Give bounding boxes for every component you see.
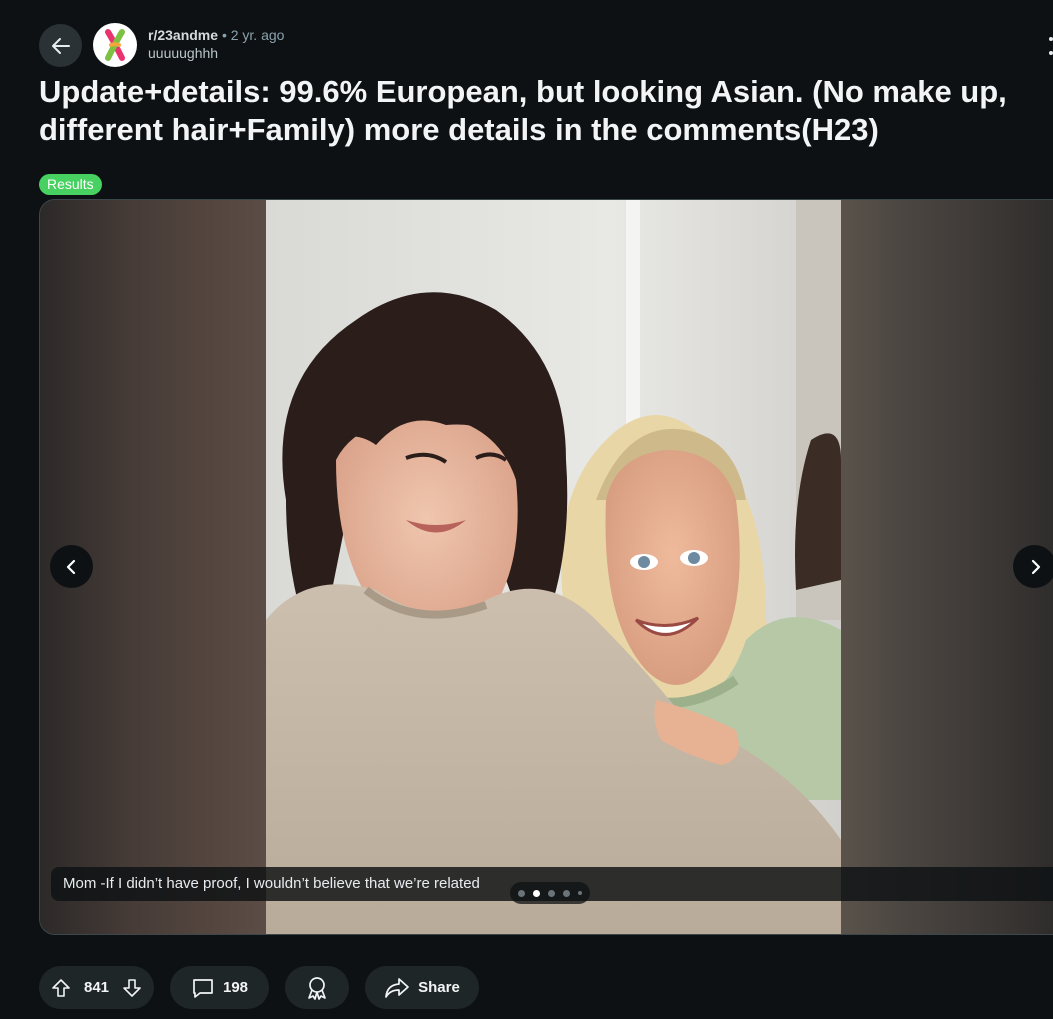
more-options-button[interactable] [1043, 37, 1053, 55]
gallery-dot-active[interactable] [533, 889, 540, 897]
post-author[interactable]: uuuuughhh [148, 44, 284, 62]
more-options-icon-dot [1049, 51, 1053, 55]
meta-separator: • [221, 27, 227, 43]
gallery-dot[interactable] [563, 889, 570, 897]
more-options-icon [1049, 37, 1053, 41]
upvote-icon [52, 978, 70, 997]
post-title: Update+details: 99.6% European, but look… [39, 74, 1007, 147]
image-gallery[interactable]: Mom -If I didn’t have proof, I wouldn’t … [39, 199, 1053, 935]
post-meta: r/23andme • 2 yr. ago uuuuughhh [148, 26, 284, 62]
chevron-right-icon [1031, 559, 1040, 574]
vote-count: 841 [83, 979, 110, 996]
share-label: Share [418, 979, 460, 996]
back-arrow-icon [51, 37, 70, 54]
post-actions: 841 198 Share [39, 966, 479, 1009]
award-icon [308, 976, 326, 1000]
post-timestamp: 2 yr. ago [230, 27, 285, 43]
vote-bar: 841 [39, 966, 154, 1009]
gallery-dot[interactable] [518, 889, 525, 897]
gallery-dot[interactable] [578, 891, 582, 895]
gallery-prev-button[interactable] [50, 545, 93, 588]
subreddit-name[interactable]: r/23andme [148, 27, 218, 43]
comment-count: 198 [222, 979, 249, 996]
subreddit-logo-icon [105, 29, 125, 61]
downvote-icon [123, 978, 141, 997]
share-button[interactable]: Share [365, 966, 479, 1009]
downvote-button[interactable] [122, 978, 142, 998]
share-icon [385, 977, 409, 998]
gallery-next-button[interactable] [1013, 545, 1053, 588]
gallery-pagination[interactable] [510, 882, 590, 904]
chevron-left-icon [66, 559, 75, 574]
comments-button[interactable]: 198 [170, 966, 269, 1009]
comment-icon [193, 978, 213, 998]
selfie-image [266, 200, 841, 934]
award-button[interactable] [285, 966, 349, 1009]
subreddit-avatar[interactable] [93, 23, 137, 67]
gallery-caption-text: Mom -If I didn’t have proof, I wouldn’t … [63, 875, 480, 892]
upvote-button[interactable] [51, 978, 71, 998]
gallery-photo[interactable] [266, 200, 841, 934]
post-flair[interactable]: Results [39, 174, 102, 195]
gallery-dot[interactable] [548, 889, 555, 897]
back-button[interactable] [39, 24, 82, 67]
